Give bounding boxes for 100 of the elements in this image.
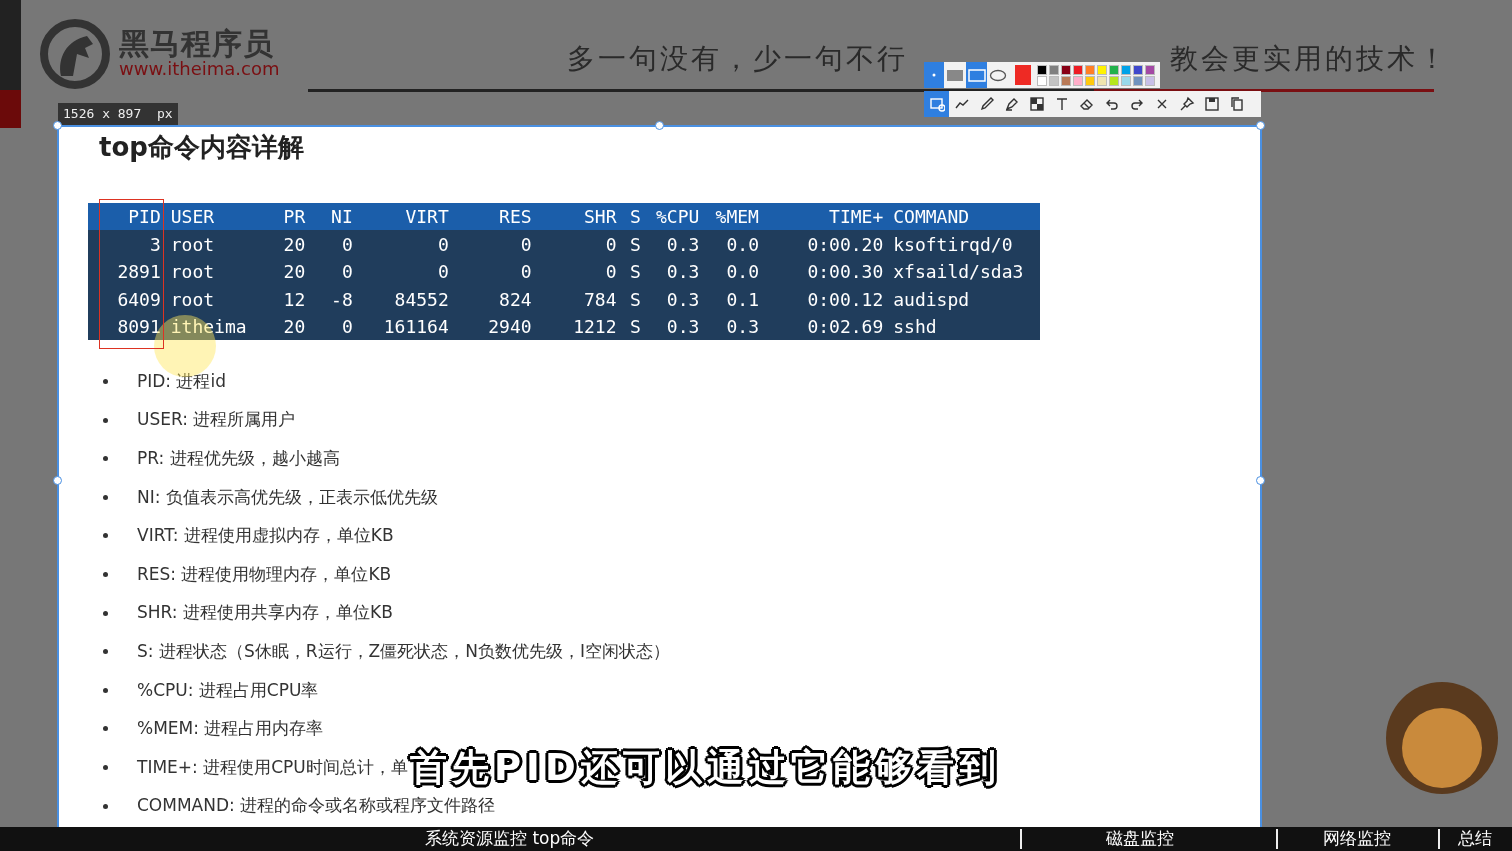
- table-cell: 0.3: [640, 312, 700, 341]
- bullet-text: TIME+: 进程使用CPU时间总计，单: [137, 756, 408, 777]
- select-icon: [928, 96, 945, 112]
- color-swatch[interactable]: [1133, 75, 1143, 86]
- color-swatch[interactable]: [1073, 75, 1083, 86]
- table-cell: 0: [531, 257, 617, 286]
- table-cell: S: [616, 312, 641, 341]
- color-swatch[interactable]: [1097, 64, 1107, 75]
- table-cell: xfsaild/sda3: [883, 257, 1040, 286]
- table-cell: 0.3: [699, 312, 759, 341]
- logo-name: 黑马程序员: [119, 29, 274, 60]
- color-swatch[interactable]: [1121, 64, 1131, 75]
- table-cell: 161164: [352, 312, 449, 341]
- table-cell: 0:02.69: [758, 312, 884, 341]
- color-swatch[interactable]: [1109, 64, 1119, 75]
- current-color-swatch[interactable]: [1014, 65, 1031, 85]
- table-cell: root: [160, 230, 272, 258]
- color-swatch[interactable]: [1049, 64, 1059, 75]
- bullet-text: COMMAND: 进程的命令或名称或程序文件路径: [137, 794, 496, 818]
- bullet-text: PID: 进程id: [137, 369, 226, 393]
- table-cell: 0.0: [699, 230, 759, 258]
- bullet-text: %CPU: 进程占用CPU率: [137, 678, 319, 702]
- table-cell: 1212: [531, 312, 617, 341]
- logo-url: www.itheima.com: [119, 59, 280, 79]
- logo-icon: [37, 18, 113, 90]
- color-swatch[interactable]: [1049, 75, 1059, 86]
- bullet-dot: [103, 687, 108, 693]
- table-cell: 0.3: [640, 230, 700, 258]
- color-swatch[interactable]: [1121, 75, 1131, 86]
- bullet-dot: [103, 572, 108, 578]
- resize-handle[interactable]: [53, 476, 62, 485]
- color-swatch[interactable]: [1085, 75, 1095, 86]
- bullet-text: %MEM: 进程占用内存率: [137, 717, 324, 741]
- resize-handle[interactable]: [655, 121, 664, 130]
- table-cell: S: [616, 230, 641, 258]
- resize-handle[interactable]: [53, 121, 62, 130]
- column-header: SHR: [531, 202, 617, 231]
- color-swatch[interactable]: [1037, 75, 1047, 86]
- bullet-dot: [103, 456, 108, 462]
- bullet-dot: [103, 379, 108, 385]
- column-header: VIRT: [352, 202, 449, 231]
- color-swatch[interactable]: [1145, 64, 1155, 75]
- color-swatch[interactable]: [1145, 75, 1155, 86]
- bullet-dot: [103, 610, 108, 616]
- color-swatch[interactable]: [1109, 75, 1119, 86]
- color-swatch[interactable]: [1061, 64, 1071, 75]
- resize-handle[interactable]: [1256, 121, 1265, 130]
- table-cell: 0: [448, 257, 532, 286]
- table-cell: 0: [352, 230, 449, 258]
- column-header: %CPU: [640, 202, 700, 231]
- table-cell: 0: [352, 257, 449, 286]
- bullet-dot: [103, 803, 108, 809]
- color-swatch[interactable]: [1037, 64, 1047, 75]
- column-header: PR: [271, 202, 306, 231]
- bullet-dot: [103, 533, 108, 539]
- table-cell: -8: [305, 285, 353, 313]
- table-cell: 0.1: [699, 285, 759, 313]
- mosaic-icon: [1028, 96, 1045, 112]
- bullet-text: PR: 进程优先级，越小越高: [137, 447, 340, 471]
- chapter-label[interactable]: 网络监控: [1323, 826, 1391, 851]
- shape-button[interactable]: [965, 62, 988, 88]
- table-cell: 6409: [88, 285, 161, 313]
- chapter-label[interactable]: 系统资源监控 top命令: [425, 826, 595, 851]
- bullet-text: USER: 进程所属用户: [137, 408, 296, 432]
- bullet-dot: [103, 649, 108, 655]
- column-header: COMMAND: [883, 202, 1040, 231]
- accent-bar: [0, 90, 21, 128]
- dot-icon: [932, 73, 936, 77]
- dot-size-button[interactable]: [924, 62, 945, 88]
- bullet-text: SHR: 进程使用共享内存，单位KB: [137, 601, 393, 625]
- table-cell: 0:00.30: [758, 257, 884, 286]
- marker-icon: [1003, 96, 1020, 112]
- column-header: S: [616, 202, 641, 231]
- bullet-dot: [103, 417, 108, 423]
- save-icon: [1203, 96, 1220, 112]
- chapter-label[interactable]: 磁盘监控: [1106, 826, 1174, 851]
- table-cell: 824: [448, 285, 532, 313]
- color-swatch[interactable]: [1085, 64, 1095, 75]
- table-cell: 8091: [88, 312, 161, 341]
- table-cell: 0: [531, 230, 617, 258]
- table-cell: 0.3: [640, 285, 700, 313]
- table-cell: 20: [271, 257, 306, 286]
- column-header: USER: [160, 202, 272, 231]
- color-swatch[interactable]: [1133, 64, 1143, 75]
- color-swatch[interactable]: [1097, 75, 1107, 86]
- resize-handle[interactable]: [1256, 476, 1265, 485]
- bullet-text: S: 进程状态（S休眠，R运行，Z僵死状态，N负数优先级，I空闲状态）: [137, 640, 670, 663]
- pencil-icon: [978, 96, 995, 112]
- table-cell: S: [616, 257, 641, 286]
- slide-title: top命令内容详解: [99, 131, 305, 164]
- bullet-dot: [103, 726, 108, 732]
- color-swatch[interactable]: [1073, 64, 1083, 75]
- column-header: PID: [88, 202, 161, 231]
- table-cell: 84552: [352, 285, 449, 313]
- table-cell: root: [160, 285, 272, 313]
- table-cell: 20: [271, 312, 306, 341]
- color-swatch[interactable]: [1061, 75, 1071, 86]
- chapter-label[interactable]: 总结: [1458, 826, 1492, 851]
- bullet-dot: [103, 765, 108, 771]
- table-cell: audispd: [883, 285, 1040, 313]
